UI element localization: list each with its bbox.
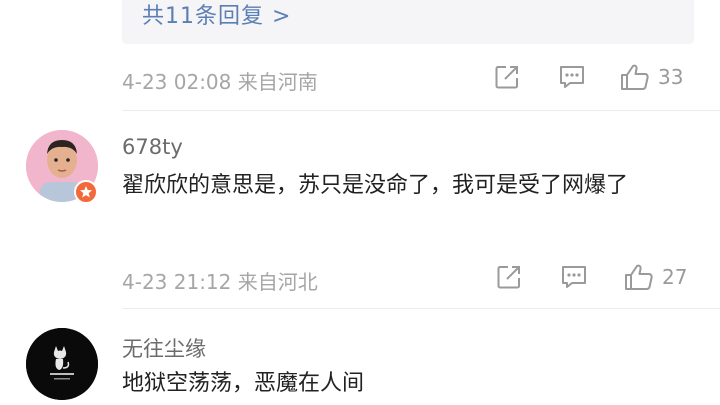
- share-icon: [497, 266, 520, 289]
- comment-meta-row: 4-23 21:12 来自河北 27: [122, 262, 694, 294]
- share-button[interactable]: [496, 262, 522, 292]
- comment-meta: 4-23 21:12 来自河北: [122, 270, 318, 294]
- thumbs-up-icon: [621, 64, 649, 90]
- share-icon: [495, 66, 518, 89]
- like-button[interactable]: 27: [624, 262, 687, 292]
- comment-meta-row: 4-23 02:08 来自河南 33: [122, 62, 694, 94]
- comment-icon: [560, 66, 584, 88]
- comment-icon: [562, 266, 586, 288]
- comment-meta: 4-23 02:08 来自河南: [122, 70, 318, 94]
- thumbs-up-icon: [625, 264, 653, 290]
- view-replies-link[interactable]: 共11条回复 >: [142, 0, 291, 30]
- like-count: 33: [658, 65, 684, 89]
- comment-button[interactable]: [560, 262, 588, 292]
- comment-text: 翟欣欣的意思是，苏只是没命了，我可是受了网爆了: [122, 173, 629, 198]
- comment-button[interactable]: [558, 62, 586, 92]
- verified-badge-icon: [74, 180, 98, 204]
- divider: [122, 308, 720, 309]
- share-button[interactable]: [494, 62, 520, 92]
- comment-text: 地狱空荡荡，恶魔在人间: [122, 371, 365, 396]
- like-button[interactable]: 33: [620, 62, 683, 92]
- username[interactable]: 无往尘缘: [122, 333, 206, 363]
- divider: [122, 110, 720, 111]
- cat-logo-image: [26, 328, 98, 400]
- like-count: 27: [662, 265, 688, 289]
- avatar[interactable]: [26, 328, 98, 400]
- username[interactable]: 678ty: [122, 135, 183, 159]
- replies-box[interactable]: 共11条回复 >: [122, 0, 694, 44]
